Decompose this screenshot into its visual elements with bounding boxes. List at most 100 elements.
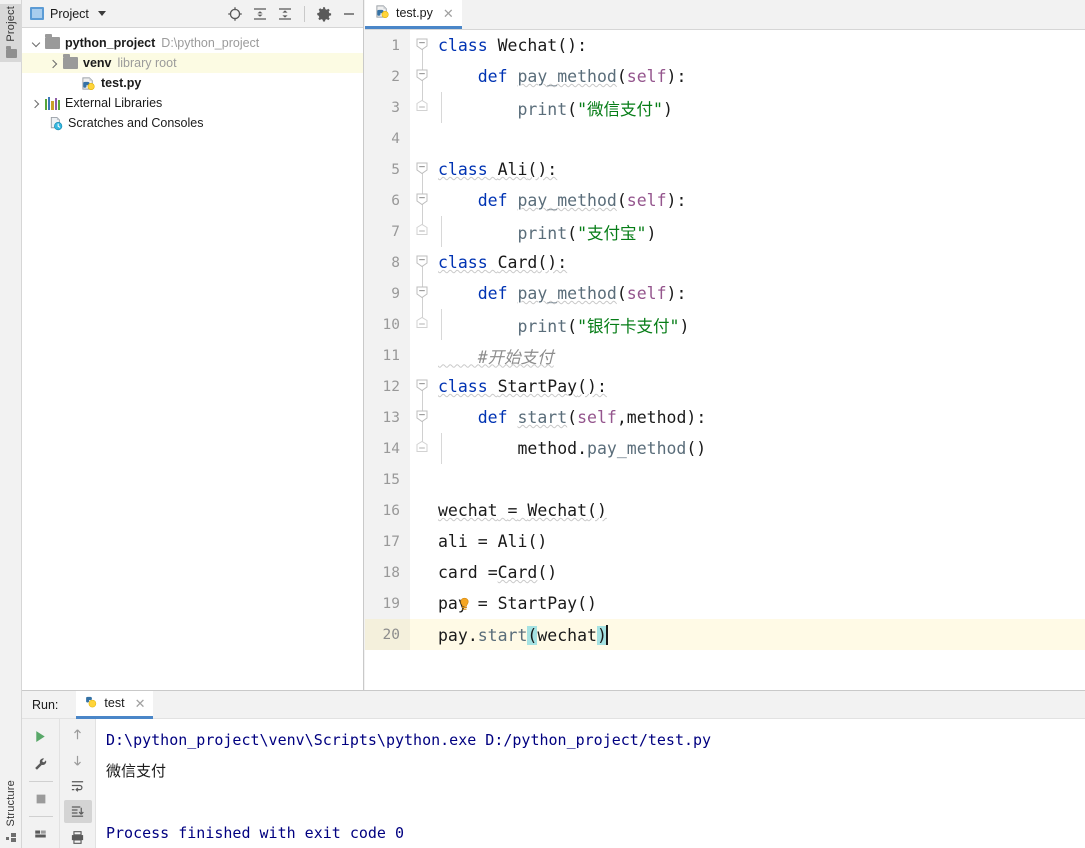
tool-tab-structure[interactable]: Structure [0,778,22,842]
chevron-right-icon[interactable] [48,57,61,70]
run-tab-test[interactable]: test ✕ [76,690,154,719]
tree-label: External Libraries [65,96,163,110]
code-line[interactable]: 17 ali = Ali() [365,526,1085,557]
folder-icon [45,34,60,49]
fold-gutter[interactable] [410,92,434,123]
tree-suffix: library root [117,56,177,70]
fold-gutter[interactable] [410,402,434,433]
code-line[interactable]: 2 def pay_method(self): [365,61,1085,92]
fold-gutter[interactable] [410,123,434,154]
code-line[interactable]: 3 print("微信支付") [365,92,1085,123]
code-line[interactable]: 13 def start(self,method): [365,402,1085,433]
stop-icon[interactable] [27,786,55,812]
collapse-all-icon[interactable] [277,6,293,22]
close-icon[interactable]: ✕ [443,7,454,20]
fold-gutter[interactable] [410,61,434,92]
code-editor[interactable]: 1 class Wechat(): 2 def pay_method(self)… [365,30,1085,690]
project-tree: python_project D:\python_project venv li… [22,28,363,133]
fold-end-icon [416,99,428,111]
tool-tab-project[interactable]: Project [0,4,22,62]
run-icon[interactable] [27,723,55,749]
expand-all-icon[interactable] [252,6,268,22]
left-tool-strip: Project Structure [0,0,22,848]
fold-gutter[interactable] [410,619,434,650]
code-line[interactable]: 18 card =Card() [365,557,1085,588]
line-number: 15 [365,464,410,495]
wrench-icon[interactable] [27,751,55,777]
fold-gutter[interactable] [410,433,434,464]
line-number: 19 [365,588,410,619]
locate-icon[interactable] [227,6,243,22]
code-line[interactable]: 19 pay = StartPay() [365,588,1085,619]
fold-gutter[interactable] [410,464,434,495]
chevron-right-icon[interactable] [30,97,43,110]
fold-gutter[interactable] [410,309,434,340]
fold-gutter[interactable] [410,185,434,216]
tree-row-scratches[interactable]: Scratches and Consoles [22,113,363,133]
fold-gutter[interactable] [410,495,434,526]
fold-gutter[interactable] [410,216,434,247]
code-line[interactable]: 15 [365,464,1085,495]
soft-wrap-icon[interactable] [64,774,92,798]
fold-gutter[interactable] [410,588,434,619]
tree-label: Scratches and Consoles [68,116,204,130]
code-text: def pay_method(self): [477,191,687,210]
fold-gutter[interactable] [410,557,434,588]
line-number: 13 [365,402,410,433]
fold-gutter[interactable] [410,371,434,402]
layout-icon[interactable] [27,821,55,847]
line-number: 20 [365,619,410,650]
pycharm-window: Project Structure Project python_project… [0,0,1085,848]
code-text: wechat = Wechat() [438,501,607,520]
folder-icon [5,45,17,58]
python-file-icon [81,76,96,91]
code-line[interactable]: 8 class Card(): [365,247,1085,278]
scroll-to-end-icon[interactable] [63,799,92,824]
chevron-down-icon[interactable] [97,11,106,16]
code-line[interactable]: 16 wechat = Wechat() [365,495,1085,526]
minimize-icon[interactable] [341,6,357,22]
line-number: 7 [365,216,410,247]
line-number: 16 [365,495,410,526]
tree-row-external-libraries[interactable]: External Libraries [22,93,363,113]
tree-row-python-project[interactable]: python_project D:\python_project [22,33,363,53]
print-icon[interactable] [64,825,92,848]
fold-gutter[interactable] [410,154,434,185]
code-line[interactable]: 1 class Wechat(): [365,30,1085,61]
editor-tab-test-py[interactable]: test.py ✕ [365,0,462,29]
code-text: def pay_method(self): [477,67,687,86]
code-line-current[interactable]: 20 pay.start(wechat) [365,619,1085,650]
gear-icon[interactable] [316,6,332,22]
code-line[interactable]: 5 class Ali(): [365,154,1085,185]
code-line[interactable]: 7 print("支付宝") [365,216,1085,247]
fold-gutter[interactable] [410,247,434,278]
code-line[interactable]: 4 [365,123,1085,154]
code-text: print("微信支付") [434,92,673,123]
fold-open-icon [416,38,428,51]
run-console-output[interactable]: D:\python_project\venv\Scripts\python.ex… [96,719,1085,848]
fold-gutter[interactable] [410,30,434,61]
line-number: 3 [365,92,410,123]
toolbar-divider [28,816,53,817]
code-line[interactable]: 12 class StartPay(): [365,371,1085,402]
code-line[interactable]: 14 method.pay_method() [365,433,1085,464]
arrow-up-icon[interactable] [64,723,92,747]
python-file-icon [84,695,98,712]
code-line[interactable]: 9 def pay_method(self): [365,278,1085,309]
tree-row-test-py[interactable]: test.py [22,73,363,93]
arrow-down-icon[interactable] [64,749,92,773]
fold-gutter[interactable] [410,278,434,309]
code-line[interactable]: 10 print("银行卡支付") [365,309,1085,340]
code-line[interactable]: 11 #开始支付 [365,340,1085,371]
close-icon[interactable]: ✕ [135,697,146,710]
chevron-down-icon[interactable] [30,37,43,50]
line-number: 4 [365,123,410,154]
fold-end-icon [416,440,428,452]
tree-row-venv[interactable]: venv library root [22,53,363,73]
fold-gutter[interactable] [410,340,434,371]
code-line[interactable]: 6 def pay_method(self): [365,185,1085,216]
code-text: class StartPay(): [438,377,607,396]
toolbar-divider [304,5,305,22]
fold-gutter[interactable] [410,526,434,557]
